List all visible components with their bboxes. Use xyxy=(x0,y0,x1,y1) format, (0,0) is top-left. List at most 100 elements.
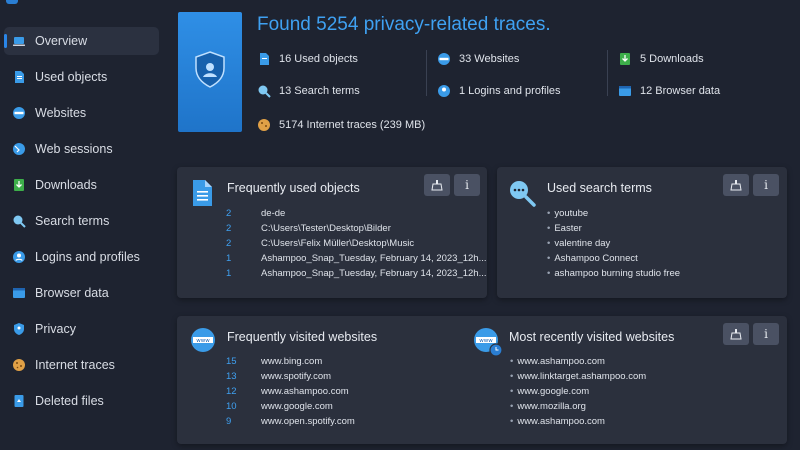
browser-icon xyxy=(12,286,26,300)
privacy-hero-tile xyxy=(178,12,242,132)
file-icon xyxy=(12,70,26,84)
sidebar-item-privacy[interactable]: Privacy xyxy=(4,315,159,343)
search-terms-card: Used search terms i youtube Easter valen… xyxy=(497,167,787,298)
sidebar-item-downloads[interactable]: Downloads xyxy=(4,171,159,199)
list-item: ashampoo burning studio free xyxy=(547,268,680,279)
info-button[interactable]: i xyxy=(753,174,779,196)
sidebar-item-label: Logins and profiles xyxy=(35,250,140,264)
sidebar-item-label: Search terms xyxy=(35,214,110,228)
list-item: www.google.com xyxy=(510,386,589,397)
list-item: Easter xyxy=(547,223,581,234)
shield-user-icon xyxy=(193,50,227,95)
sidebar: Overview Used objects Websites Web sessi… xyxy=(0,0,166,450)
row-count: 2 xyxy=(226,208,232,219)
row-count: 12 xyxy=(226,386,237,397)
list-item: www.linktarget.ashampoo.com xyxy=(510,371,646,382)
list-item: www.ashampoo.com xyxy=(510,356,605,367)
www-icon: www xyxy=(190,327,216,358)
sidebar-item-label: Browser data xyxy=(35,286,109,300)
info-icon: i xyxy=(764,327,768,341)
card-title: Most recently visited websites xyxy=(509,330,675,344)
user-icon xyxy=(437,84,451,98)
sidebar-item-web-sessions[interactable]: Web sessions xyxy=(4,135,159,163)
stat-logins: 1 Logins and profiles xyxy=(437,84,561,98)
list-item: Ashampoo_Snap_Tuesday, February 14, 2023… xyxy=(261,253,487,264)
globe-icon xyxy=(12,142,26,156)
row-count: 2 xyxy=(226,223,232,234)
info-icon: i xyxy=(465,178,469,192)
stat-label: 16 Used objects xyxy=(279,53,358,65)
divider xyxy=(607,50,608,96)
row-count: 9 xyxy=(226,416,232,427)
www-icon xyxy=(437,52,451,66)
cookie-icon xyxy=(257,118,271,132)
search-icon xyxy=(257,84,271,98)
stat-used-objects: 16 Used objects xyxy=(257,52,358,66)
card-title: Frequently visited websites xyxy=(227,330,378,344)
search-icon xyxy=(508,179,536,212)
stat-label: 1 Logins and profiles xyxy=(459,85,561,97)
stat-label: 33 Websites xyxy=(459,53,520,65)
sidebar-item-label: Privacy xyxy=(35,322,76,336)
stat-browser-data: 12 Browser data xyxy=(618,84,720,98)
svg-text:www: www xyxy=(196,338,210,344)
download-icon xyxy=(618,52,632,66)
list-item: www.ashampoo.com xyxy=(261,386,349,397)
sidebar-item-browser-data[interactable]: Browser data xyxy=(4,279,159,307)
sidebar-item-search-terms[interactable]: Search terms xyxy=(4,207,159,235)
sidebar-item-label: Web sessions xyxy=(35,142,113,156)
laptop-icon xyxy=(12,34,26,48)
user-icon xyxy=(12,250,26,264)
sidebar-item-label: Deleted files xyxy=(35,394,104,408)
clean-button[interactable] xyxy=(723,323,749,345)
info-button[interactable]: i xyxy=(753,323,779,345)
stat-search-terms: 13 Search terms xyxy=(257,84,360,98)
app-logo xyxy=(6,0,18,4)
page-title: Found 5254 privacy-related traces. xyxy=(257,14,551,35)
stat-label: 5 Downloads xyxy=(640,53,704,65)
browser-icon xyxy=(618,84,632,98)
sidebar-item-deleted-files[interactable]: Deleted files xyxy=(4,387,159,415)
list-item: www.spotify.com xyxy=(261,371,332,382)
file-icon xyxy=(191,179,213,212)
list-item: www.mozilla.org xyxy=(510,401,586,412)
list-item: www.google.com xyxy=(261,401,333,412)
list-item: www.open.spotify.com xyxy=(261,416,355,427)
list-item: C:\Users\Tester\Desktop\Bilder xyxy=(261,223,391,234)
stat-label: 12 Browser data xyxy=(640,85,721,97)
stat-label: 13 Search terms xyxy=(279,85,360,97)
card-title: Used search terms xyxy=(547,181,652,195)
shield-icon xyxy=(12,322,26,336)
list-item: de-de xyxy=(261,208,286,219)
broom-icon xyxy=(730,180,742,191)
sidebar-item-label: Websites xyxy=(35,106,87,120)
cookie-icon xyxy=(12,358,26,372)
sidebar-item-logins[interactable]: Logins and profiles xyxy=(4,243,159,271)
recycle-icon xyxy=(12,394,26,408)
sidebar-item-internet-traces[interactable]: Internet traces xyxy=(4,351,159,379)
row-count: 13 xyxy=(226,371,237,382)
list-item: Ashampoo Connect xyxy=(547,253,637,264)
search-icon xyxy=(12,214,26,228)
sidebar-item-websites[interactable]: Websites xyxy=(4,99,159,127)
row-count: 2 xyxy=(226,238,232,249)
www-icon xyxy=(12,106,26,120)
stat-downloads: 5 Downloads xyxy=(618,52,704,66)
clean-button[interactable] xyxy=(723,174,749,196)
info-icon: i xyxy=(764,178,768,192)
sidebar-item-label: Overview xyxy=(35,34,88,48)
row-count: 1 xyxy=(226,268,232,279)
sidebar-item-overview[interactable]: Overview xyxy=(4,27,159,55)
clean-button[interactable] xyxy=(424,174,450,196)
broom-icon xyxy=(730,329,742,340)
info-button[interactable]: i xyxy=(454,174,480,196)
row-count: 1 xyxy=(226,253,232,264)
divider xyxy=(426,50,427,96)
list-item: Ashampoo_Snap_Tuesday, February 14, 2023… xyxy=(261,268,487,279)
broom-icon xyxy=(431,180,443,191)
stat-label: 5174 Internet traces (239 MB) xyxy=(279,119,426,131)
sidebar-item-used-objects[interactable]: Used objects xyxy=(4,63,159,91)
row-count: 10 xyxy=(226,401,237,412)
stat-internet-traces: 5174 Internet traces (239 MB) xyxy=(257,118,425,132)
download-icon xyxy=(12,178,26,192)
